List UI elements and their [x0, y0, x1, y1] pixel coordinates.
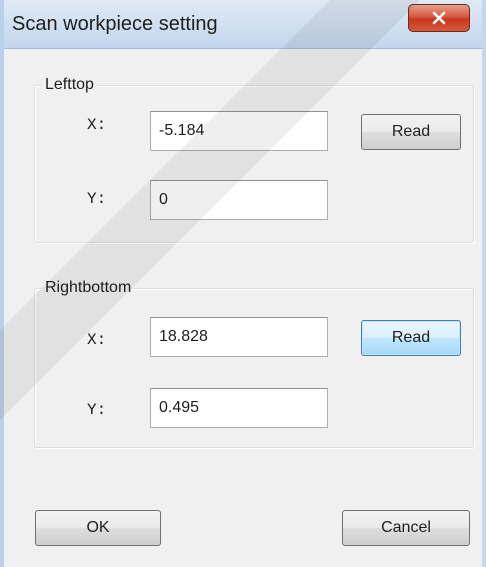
rightbottom-y-label: Y:	[87, 401, 107, 419]
close-icon	[432, 11, 446, 25]
rightbottom-x-input[interactable]	[150, 317, 328, 357]
rightbottom-x-label: X:	[87, 331, 107, 349]
rightbottom-read-button[interactable]: Read	[361, 320, 461, 356]
lefttop-read-button[interactable]: Read	[361, 114, 461, 150]
cancel-button[interactable]: Cancel	[342, 510, 470, 546]
lefttop-x-label: X:	[87, 116, 107, 134]
lefttop-x-input[interactable]	[150, 111, 328, 151]
ok-button[interactable]: OK	[35, 510, 161, 546]
rightbottom-y-input[interactable]	[150, 388, 328, 428]
lefttop-group: Lefttop X: Read Y:	[34, 75, 474, 243]
rightbottom-group-title: Rightbottom	[42, 278, 135, 298]
rightbottom-group: Rightbottom X: Read Y:	[34, 278, 474, 448]
lefttop-group-title: Lefttop	[42, 75, 97, 95]
window-title: Scan workpiece setting	[12, 13, 218, 35]
dialog-window: Scan workpiece setting Lefttop X: Read Y…	[0, 0, 486, 567]
dialog-body: Lefttop X: Read Y: Rightbottom X: Read Y…	[4, 49, 482, 567]
close-button[interactable]	[408, 4, 470, 32]
title-bar[interactable]: Scan workpiece setting	[4, 0, 482, 49]
lefttop-y-label: Y:	[87, 190, 107, 208]
lefttop-y-input[interactable]	[150, 180, 328, 220]
